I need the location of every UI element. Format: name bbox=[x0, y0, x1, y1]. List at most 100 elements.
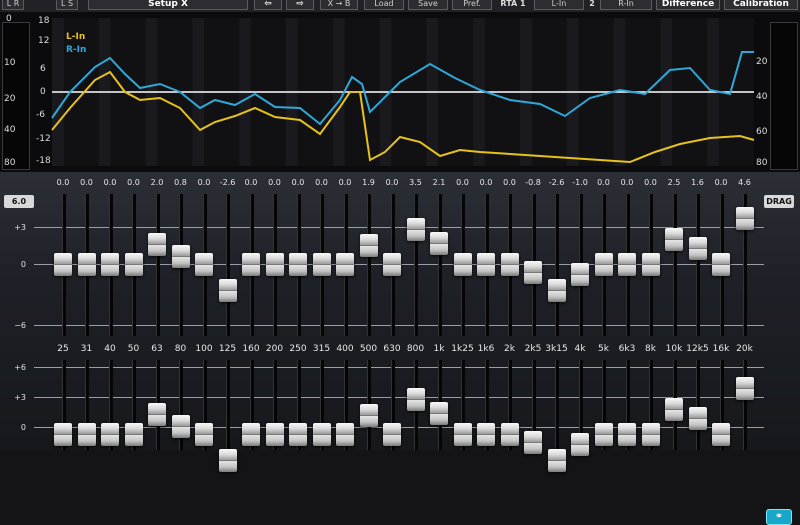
band-fader-knob[interactable] bbox=[289, 423, 307, 446]
fader-track[interactable] bbox=[696, 194, 700, 336]
graphic-eq-panel: 6.0 DRAG ⚭ +3 0 −6 +6 +3 0 0.0 25 0.0 31 0.0… bbox=[0, 172, 800, 525]
band-fader-knob[interactable] bbox=[406, 388, 425, 411]
band-fader-knob[interactable] bbox=[406, 218, 425, 241]
fader-track[interactable] bbox=[672, 194, 677, 336]
db-axis-label: -6 bbox=[36, 110, 45, 120]
rta2-source-select[interactable]: R-In bbox=[600, 0, 652, 10]
band-fader-knob[interactable] bbox=[336, 423, 354, 446]
band-fader-knob[interactable] bbox=[641, 253, 660, 276]
band-fader-knob[interactable] bbox=[383, 423, 401, 446]
band-fader-knob[interactable] bbox=[712, 253, 730, 276]
band-fader-knob[interactable] bbox=[195, 253, 213, 276]
band-fader-knob[interactable] bbox=[735, 207, 754, 230]
fader-track[interactable] bbox=[696, 360, 700, 450]
band-fader-knob[interactable] bbox=[218, 279, 237, 302]
band-fader-knob[interactable] bbox=[500, 423, 519, 446]
band-fader-knob[interactable] bbox=[77, 423, 96, 446]
drag-mode-button[interactable]: DRAG bbox=[764, 195, 794, 208]
difference-button[interactable]: Difference bbox=[656, 0, 720, 10]
db-axis-label: 12 bbox=[38, 36, 50, 46]
band-fader-knob[interactable] bbox=[594, 423, 613, 446]
level-axis-label: 80 bbox=[756, 158, 768, 168]
band-fader-knob[interactable] bbox=[242, 253, 260, 276]
db-axis-label: -12 bbox=[36, 134, 51, 144]
band-fader-knob[interactable] bbox=[148, 233, 166, 256]
band-fader-knob[interactable] bbox=[312, 253, 331, 276]
band-fader-knob[interactable] bbox=[430, 232, 448, 255]
band-fader-knob[interactable] bbox=[218, 449, 237, 472]
band-fader-knob[interactable] bbox=[242, 423, 260, 446]
legend-left-input: L-In bbox=[66, 32, 86, 42]
band-fader-knob[interactable] bbox=[547, 279, 566, 302]
link-channels-icon[interactable]: ⚭ bbox=[766, 509, 792, 525]
undo-arrow-button[interactable]: ⇦ bbox=[254, 0, 282, 10]
db-axis-label: -18 bbox=[36, 156, 51, 166]
band-fader-knob[interactable] bbox=[195, 423, 213, 446]
band-fader-knob[interactable] bbox=[171, 245, 190, 268]
band-fader-knob[interactable] bbox=[477, 253, 495, 276]
band-fader-knob[interactable] bbox=[571, 433, 589, 456]
calibration-button[interactable]: Calibration bbox=[724, 0, 798, 10]
band-fader-knob[interactable] bbox=[124, 423, 143, 446]
fader-track[interactable] bbox=[226, 360, 230, 450]
band-fader-knob[interactable] bbox=[171, 415, 190, 438]
band-fader-knob[interactable] bbox=[336, 253, 354, 276]
band-fader-knob[interactable] bbox=[54, 423, 72, 446]
band-fader-knob[interactable] bbox=[477, 423, 495, 446]
fader-track[interactable] bbox=[743, 360, 747, 450]
band-fader-knob[interactable] bbox=[735, 377, 754, 400]
band-fader-knob[interactable] bbox=[688, 237, 707, 260]
band-fader-knob[interactable] bbox=[665, 398, 683, 421]
redo-arrow-button[interactable]: ⇨ bbox=[286, 0, 314, 10]
band-fader-knob[interactable] bbox=[77, 253, 96, 276]
band-fader-knob[interactable] bbox=[124, 253, 143, 276]
fader-track[interactable] bbox=[555, 194, 559, 336]
band-fader-knob[interactable] bbox=[383, 253, 401, 276]
band-fader-knob[interactable] bbox=[453, 253, 472, 276]
copy-to-b-button[interactable]: X → B bbox=[320, 0, 358, 10]
band-gain-value: 4.6 bbox=[738, 178, 751, 187]
meter-axis-label: 10 bbox=[4, 58, 16, 68]
band-fader-knob[interactable] bbox=[289, 253, 307, 276]
band-fader-knob[interactable] bbox=[688, 407, 707, 430]
band-fader-knob[interactable] bbox=[359, 404, 378, 427]
rta1-source-select[interactable]: L-In bbox=[534, 0, 584, 10]
fader-track[interactable] bbox=[555, 360, 559, 450]
load-button[interactable]: Load bbox=[364, 0, 404, 10]
setup-button[interactable]: Setup X bbox=[88, 0, 248, 10]
band-fader-knob[interactable] bbox=[265, 423, 284, 446]
band-fader-knob[interactable] bbox=[500, 253, 519, 276]
fader-track[interactable] bbox=[155, 194, 160, 336]
band-fader-knob[interactable] bbox=[430, 402, 448, 425]
fader-track[interactable] bbox=[367, 194, 371, 336]
band-fader-knob[interactable] bbox=[101, 253, 119, 276]
band-fader-knob[interactable] bbox=[524, 261, 542, 284]
preferences-button[interactable]: Pref. bbox=[452, 0, 492, 10]
band-fader-knob[interactable] bbox=[101, 423, 119, 446]
fader-track[interactable] bbox=[226, 194, 230, 336]
gain-range-spinner[interactable]: 6.0 bbox=[4, 195, 34, 208]
band-fader-knob[interactable] bbox=[712, 423, 730, 446]
band-fader-knob[interactable] bbox=[618, 423, 636, 446]
band-fader-knob[interactable] bbox=[618, 253, 636, 276]
band-fader-knob[interactable] bbox=[312, 423, 331, 446]
save-button[interactable]: Save bbox=[408, 0, 448, 10]
band-fader-knob[interactable] bbox=[54, 253, 72, 276]
band-fader-knob[interactable] bbox=[453, 423, 472, 446]
band-fader-knob[interactable] bbox=[547, 449, 566, 472]
band-fader-knob[interactable] bbox=[641, 423, 660, 446]
eq-gridline bbox=[34, 367, 764, 368]
band-fader-knob[interactable] bbox=[359, 234, 378, 257]
band-fader-knob[interactable] bbox=[265, 253, 284, 276]
db-axis-label: 6 bbox=[40, 64, 46, 74]
band-fader-knob[interactable] bbox=[148, 403, 166, 426]
band-fader-knob[interactable] bbox=[665, 228, 683, 251]
band-fader-knob[interactable] bbox=[524, 431, 542, 454]
channel-ls-button[interactable]: L S bbox=[56, 0, 78, 10]
spectrum-plot bbox=[8, 18, 786, 168]
band-fader-knob[interactable] bbox=[594, 253, 613, 276]
fader-track[interactable] bbox=[437, 194, 442, 336]
band-fader-knob[interactable] bbox=[571, 263, 589, 286]
fader-track[interactable] bbox=[414, 194, 418, 336]
channel-lr-button[interactable]: L R bbox=[2, 0, 24, 10]
